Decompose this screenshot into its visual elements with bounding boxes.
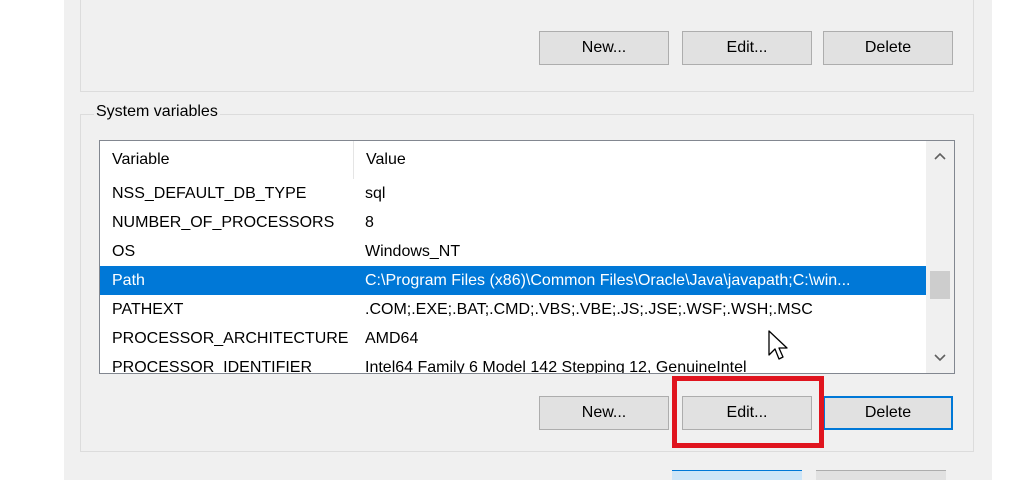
list-item[interactable]: PROCESSOR_IDENTIFIER Intel64 Family 6 Mod… [100,353,926,374]
variable-value: sql [365,185,386,202]
variable-name: NSS_DEFAULT_DB_TYPE [112,185,307,202]
vertical-scrollbar[interactable] [926,141,954,373]
chevron-up-icon [934,152,946,160]
list-header: Variable Value [100,141,926,179]
list-item[interactable]: NUMBER_OF_PROCESSORS 8 [100,208,926,237]
list-item[interactable]: NSS_DEFAULT_DB_TYPE sql [100,179,926,208]
ok-button-partial[interactable] [672,470,802,480]
edit-button-highlight [672,376,824,448]
variable-name: NUMBER_OF_PROCESSORS [112,214,335,231]
mouse-cursor-icon [768,330,788,360]
variable-name: OS [112,243,136,260]
variable-name: PROCESSOR_IDENTIFIER [112,359,313,374]
list-rows: NSS_DEFAULT_DB_TYPE sql NUMBER_OF_PROCESSO… [100,179,926,374]
list-item[interactable]: Path C:\Program Files (x86)\Common Files\… [100,266,926,295]
variable-name: Path [112,272,145,289]
user-edit-button[interactable]: Edit... [682,31,812,65]
scrollbar-thumb[interactable] [930,271,950,299]
system-variables-list[interactable]: Variable Value NSS_DEFAULT_DB_TYPE sql NUM… [99,140,955,374]
variable-value: 8 [365,214,374,231]
variable-value: Intel64 Family 6 Model 142 Stepping 12, … [365,359,747,374]
user-new-button[interactable]: New... [539,31,669,65]
variable-value: Windows_NT [365,243,461,260]
list-item[interactable]: OS Windows_NT [100,237,926,266]
scroll-down-button[interactable] [926,343,954,373]
variable-value: AMD64 [365,330,419,347]
system-variables-label: System variables [94,103,220,121]
variable-value: C:\Program Files (x86)\Common Files\Orac… [365,272,851,289]
system-delete-button[interactable]: Delete [823,396,953,430]
scroll-up-button[interactable] [926,141,954,171]
column-header-variable[interactable]: Variable [100,141,354,179]
list-item[interactable]: PROCESSOR_ARCHITECTURE AMD64 [100,324,926,353]
system-new-button[interactable]: New... [539,396,669,430]
variable-value: .COM;.EXE;.BAT;.CMD;.VBS;.VBE;.JS;.JSE;.… [365,301,813,318]
variable-name: PROCESSOR_ARCHITECTURE [112,330,349,347]
cancel-button-partial[interactable] [816,470,946,480]
user-delete-button[interactable]: Delete [823,31,953,65]
list-item[interactable]: PATHEXT .COM;.EXE;.BAT;.CMD;.VBS;.VBE;.JS… [100,295,926,324]
column-header-value[interactable]: Value [354,141,926,179]
chevron-down-icon [934,354,946,362]
variable-name: PATHEXT [112,301,184,318]
